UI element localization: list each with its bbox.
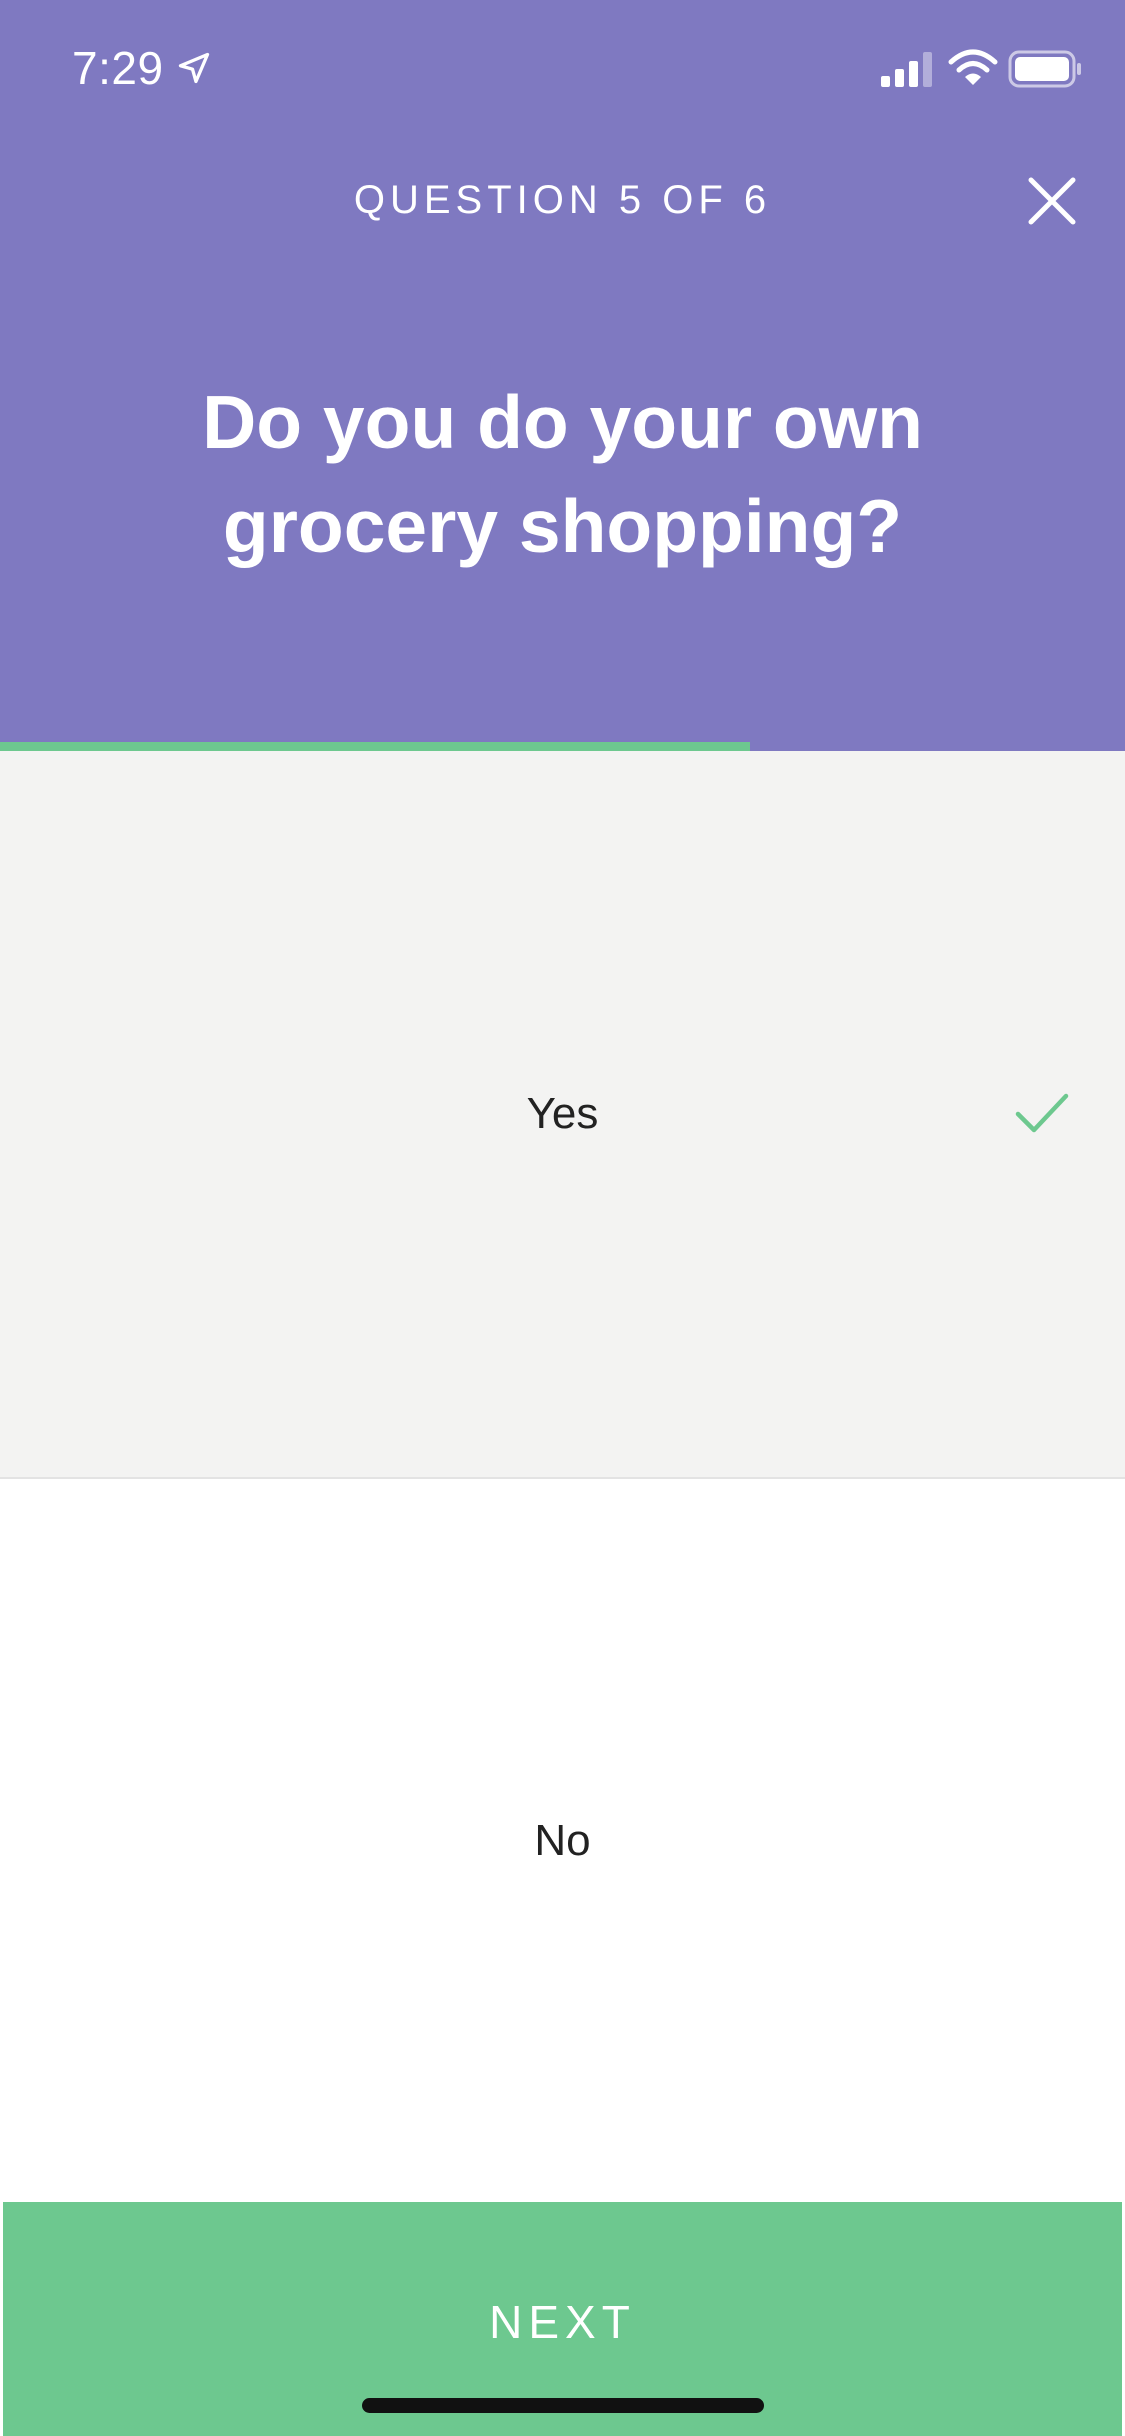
location-arrow-icon: [176, 50, 212, 86]
question-title: Do you do your own grocery shopping?: [202, 380, 923, 568]
answer-option-label: No: [534, 1815, 591, 1865]
question-counter: QUESTION 5 OF 6: [353, 178, 772, 222]
answer-option-label: Yes: [526, 1089, 599, 1138]
next-button-label: NEXT: [489, 2296, 636, 2348]
answer-option-yes[interactable]: Yes: [0, 751, 1125, 1479]
status-bar: 7:29: [0, 0, 1125, 132]
close-button[interactable]: [1010, 162, 1094, 240]
progress-bar-fill: [0, 742, 750, 751]
close-icon: [1028, 177, 1076, 225]
progress-bar: [0, 742, 1125, 751]
home-indicator[interactable]: [362, 2398, 764, 2413]
battery-icon: [1008, 50, 1084, 88]
question-header: 7:29 QUESTION 5 OF 6 Do you do your own …: [0, 0, 1125, 742]
wifi-icon: [948, 48, 998, 88]
answer-option-no[interactable]: No: [0, 1479, 1125, 2202]
status-time: 7:29: [72, 42, 164, 94]
cellular-signal-icon: [880, 50, 936, 88]
checkmark-icon: [1014, 1091, 1070, 1135]
